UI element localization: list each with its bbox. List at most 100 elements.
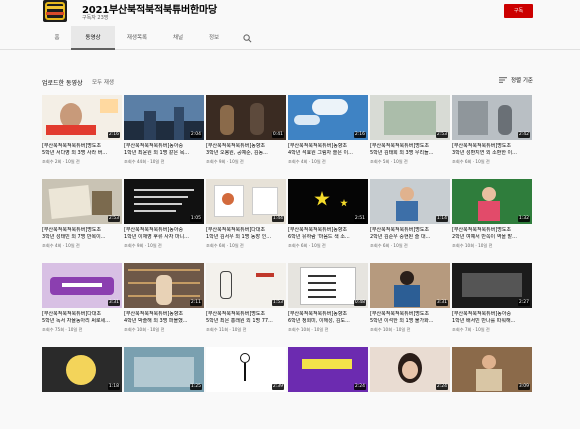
video-thumbnail[interactable]: 3:31 — [370, 263, 450, 308]
logo-ring — [45, 2, 65, 20]
video-title[interactable]: 1학년 최윤원 외 1명 같은 목... — [124, 150, 204, 157]
sort-button[interactable]: 정렬 기준 — [511, 76, 533, 84]
video-card[interactable]: 1:25 — [124, 347, 204, 429]
video-thumbnail[interactable]: 2:24 — [288, 347, 368, 392]
video-title[interactable]: [부산북적북적북튜버]명도초 — [370, 227, 450, 234]
video-thumbnail[interactable]: 2:04 — [124, 95, 204, 140]
video-card[interactable]: 2:53 [부산북적북적북튜버]명도초 5학년 김태희 외 3명 우리들... 조회수… — [370, 95, 450, 177]
tab-playlists[interactable]: 재생목록 — [118, 26, 156, 50]
sketch-body — [244, 363, 246, 381]
video-thumbnail[interactable]: 2:24 — [370, 347, 450, 392]
video-card[interactable]: 0:41 [부산북적북적북튜버]동향초 3학년 오봉원, 공예준, 김동... 조회수… — [206, 95, 286, 177]
video-title[interactable]: [부산북적북적북튜버]명도초 — [206, 311, 286, 318]
video-title[interactable]: 4학년 석효원 그림자 쓸은 이... — [288, 150, 368, 157]
video-thumbnail[interactable]: 2:39 — [206, 347, 286, 392]
video-thumbnail[interactable]: 2:51 — [288, 179, 368, 224]
video-title[interactable]: 3학년 오봉원, 공예준, 김동... — [206, 150, 286, 157]
video-thumbnail[interactable]: 1:05 — [124, 179, 204, 224]
tab-about[interactable]: 정보 — [198, 26, 230, 50]
video-card[interactable]: 2:53 [부산북적북적북튜버]명도초 3학년 성태민 외 7명 만복이... 조회수… — [42, 179, 122, 261]
video-title[interactable]: 4학년 박솔해 외 3명 퍼블했... — [124, 318, 204, 325]
video-title[interactable]: [부산북적북적북튜버]명도초 — [370, 143, 450, 150]
tab-home[interactable]: 홈 — [44, 26, 70, 50]
video-thumbnail[interactable]: 1:32 — [452, 179, 532, 224]
video-title[interactable]: [부산북적북적북튜버]동향초 — [288, 311, 368, 318]
video-title[interactable]: [부산북적북적북튜버]명도초 — [452, 143, 532, 150]
video-card[interactable]: 2:16 [부산북적북적북튜버]동향초 4학년 석효원 그림자 쓸은 이... 조회수… — [288, 95, 368, 177]
video-card[interactable]: 2:39 — [206, 347, 286, 429]
video-thumbnail[interactable]: 3:09 — [452, 347, 532, 392]
video-title[interactable]: 2학년 김준우 중현된 슬 대... — [370, 234, 450, 241]
video-title[interactable]: [부산북적북적북튜버]동향초 — [206, 143, 286, 150]
video-thumbnail[interactable]: 2:53 — [42, 179, 122, 224]
video-title[interactable]: 3학년 성환지연 외 소환한 이... — [452, 150, 532, 157]
video-card[interactable]: 1:05 [부산북적북적북튜버]동아중 1학년 이재영 후류 사자 마니... 조회수… — [124, 179, 204, 261]
video-title[interactable]: [부산북적북적북튜버]다대초 — [206, 227, 286, 234]
video-title[interactable]: 1학년 이재영 후류 사자 마니... — [124, 234, 204, 241]
video-thumbnail[interactable]: 2:16 — [42, 95, 122, 140]
video-title[interactable]: [부산북적북적북튜버]동향초 — [288, 143, 368, 150]
video-thumbnail[interactable]: 2:53 — [370, 95, 450, 140]
video-title[interactable]: 1학년 배서빈 만나를 따워해... — [452, 318, 532, 325]
video-title[interactable]: [부산북적북적북튜버]동아중 — [124, 143, 204, 150]
video-thumbnail[interactable]: 1:14 — [370, 179, 450, 224]
video-title[interactable]: 5학년 최은 홍래원 외 1명 77... — [206, 318, 286, 325]
video-card[interactable]: 2:51 [부산북적북적북튜버]동향초 6학년 유하람 '마음드 색 소... 조회수… — [288, 179, 368, 261]
video-title[interactable]: 5학년 독서 자율동아리 써로세... — [42, 318, 122, 325]
video-title[interactable]: [부산북적북적북튜버]명도초 — [42, 143, 122, 150]
search-icon[interactable] — [243, 34, 252, 43]
video-title[interactable]: 5학년 김태희 외 3명 우리들... — [370, 150, 450, 157]
video-card[interactable]: 0:48 [부산북적북적북튜버]동향초 6학년 정회미, 이해성, 김도... 조회수… — [288, 263, 368, 345]
video-card[interactable]: 1:14 [부산북적북적북튜버]명도초 2학년 김준우 중현된 슬 대... 조회수 … — [370, 179, 450, 261]
text-line — [134, 189, 194, 191]
video-card[interactable]: 2:11 [부산북적북적북튜버]동향초 4학년 박솔해 외 3명 퍼블했... 조회수… — [124, 263, 204, 345]
video-title[interactable]: [부산북적북적북튜버]명도초 — [370, 311, 450, 318]
video-card[interactable]: 2:16 [부산북적북적북튜버]명도초 5학년 서다영 외 3명 사라 버... 조회… — [42, 95, 122, 177]
video-title[interactable]: 6학년 정회미, 이해성, 김도... — [288, 318, 368, 325]
video-title[interactable]: 1학년 김서우 외 1명 동장 인... — [206, 234, 286, 241]
video-card[interactable]: 2:24 — [288, 347, 368, 429]
video-card[interactable]: 2:27 [부산북적북적북튜버]동아중 1학년 배서빈 만나를 따워해... 조회수 … — [452, 263, 532, 345]
sort-icon[interactable] — [499, 77, 507, 83]
video-title[interactable]: [부산북적북적북튜버]동향초 — [124, 311, 204, 318]
person-body — [476, 369, 502, 391]
video-title[interactable]: [부산북적북적북튜버]다대초 — [42, 311, 122, 318]
video-title[interactable]: [부산북적북적북튜버]명도초 — [452, 227, 532, 234]
video-card[interactable]: 1:18 — [42, 347, 122, 429]
video-thumbnail[interactable]: 2:16 — [288, 95, 368, 140]
tab-channels[interactable]: 채널 — [160, 26, 196, 50]
video-thumbnail[interactable]: 2:27 — [452, 263, 532, 308]
video-card[interactable]: 2:42 [부산북적북적북튜버]명도초 3학년 성환지연 외 소환한 이... 조회수… — [452, 95, 532, 177]
video-title[interactable]: 5학년 서다영 외 3명 사라 버... — [42, 150, 122, 157]
video-card[interactable]: 3:31 [부산북적북적북튜버]다대초 5학년 독서 자율동아리 써로세... 조회수… — [42, 263, 122, 345]
subscribe-button[interactable]: 구독 — [504, 4, 533, 18]
video-thumbnail[interactable]: 2:42 — [452, 95, 532, 140]
video-title[interactable]: [부산북적북적북튜버]동향초 — [288, 227, 368, 234]
video-thumbnail[interactable]: 1:25 — [124, 347, 204, 392]
video-card[interactable]: 1:53 [부산북적북적북튜버]명도초 5학년 최은 홍래원 외 1명 77... 조… — [206, 263, 286, 345]
video-card[interactable]: 2:24 — [370, 347, 450, 429]
play-all-link[interactable]: 모두 재생 — [92, 78, 114, 86]
video-title[interactable]: [부산북적북적북튜버]동아중 — [452, 311, 532, 318]
video-card[interactable]: 3:09 — [452, 347, 532, 429]
video-thumbnail[interactable]: 0:48 — [288, 263, 368, 308]
video-card[interactable]: 1:44 [부산북적북적북튜버]다대초 1학년 김서우 외 1명 동장 인... 조회… — [206, 179, 286, 261]
video-thumbnail[interactable]: 0:41 — [206, 95, 286, 140]
video-thumbnail[interactable]: 2:11 — [124, 263, 204, 308]
video-card[interactable]: 1:32 [부산북적북적북튜버]명도초 2학년 여예서 반쪽이 역을 맡... 조회수… — [452, 179, 532, 261]
video-card[interactable]: 2:04 [부산북적북적북튜버]동아중 1학년 최윤원 외 1명 같은 목... 조회… — [124, 95, 204, 177]
channel-avatar[interactable] — [43, 0, 67, 22]
video-title[interactable]: 2학년 여예서 반쪽이 역을 맡... — [452, 234, 532, 241]
video-title[interactable]: 6학년 유하람 '마음드 색 소... — [288, 234, 368, 241]
video-thumbnail[interactable]: 3:31 — [42, 263, 122, 308]
video-title[interactable]: 3학년 성태민 외 7명 만복이... — [42, 234, 122, 241]
video-title[interactable]: [부산북적북적북튜버]동아중 — [124, 227, 204, 234]
video-meta: 조회수 9회 · 10일 전 — [124, 243, 162, 248]
video-thumbnail[interactable]: 1:18 — [42, 347, 122, 392]
video-title[interactable]: [부산북적북적북튜버]명도초 — [42, 227, 122, 234]
video-thumbnail[interactable]: 1:44 — [206, 179, 286, 224]
video-card[interactable]: 3:31 [부산북적북적북튜버]명도초 5학년 이석한 외 1명 불가화... 조회수… — [370, 263, 450, 345]
video-title[interactable]: 5학년 이석한 외 1명 불가화... — [370, 318, 450, 325]
tab-videos[interactable]: 동영상 — [71, 26, 115, 50]
video-thumbnail[interactable]: 1:53 — [206, 263, 286, 308]
